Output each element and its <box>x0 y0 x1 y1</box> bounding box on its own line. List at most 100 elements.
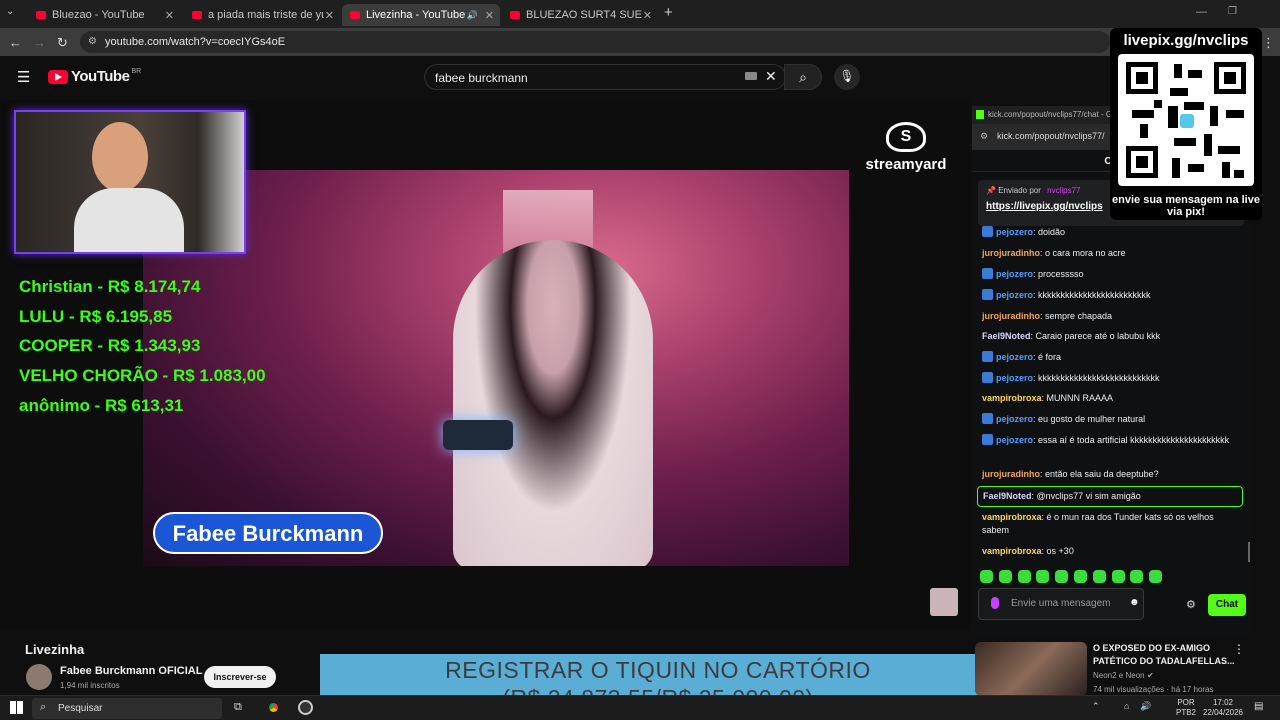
address-bar: ← → ↻ ⚙ youtube.com/watch?v=coecIYGs4oE … <box>0 28 1280 56</box>
forward-icon[interactable]: → <box>33 35 46 50</box>
sub-badge-icon <box>982 372 993 383</box>
chat-username[interactable]: vampirobroxa <box>982 393 1042 403</box>
recommended-channel[interactable]: Neon2 e Neon <box>1093 671 1145 680</box>
chat-text: MUNNN RAAAA <box>1046 393 1114 403</box>
clear-search-icon[interactable]: ✕ <box>765 68 777 85</box>
recommended-video[interactable]: O EXPOSED DO EX-AMIGO PATÉTICO DO TADALA… <box>975 640 1275 696</box>
browser-tab-2[interactable]: a piada mais triste de yuusha K✕ <box>184 4 340 26</box>
youtube-logo-text: YouTube <box>71 68 130 85</box>
reload-icon[interactable]: ↻ <box>57 35 68 51</box>
search-input[interactable]: fabee burckmann ✕ <box>424 64 786 90</box>
browser-tab-1[interactable]: Bluezao - YouTube ✕ <box>28 4 180 26</box>
tab-title: a piada mais triste de yuusha K <box>208 9 324 21</box>
video-player[interactable]: Christian - R$ 8.174,74 LULU - R$ 6.195,8… <box>0 100 970 630</box>
emote-icon[interactable] <box>1130 570 1144 583</box>
emoji-icon[interactable]: ☻ <box>1129 597 1140 608</box>
chat-message: vampirobroxa: é o mun raa dos Tunder kat… <box>982 512 1214 535</box>
subscriber-count: 1,94 mil inscritos <box>60 681 120 690</box>
search-button[interactable]: ⌕ <box>784 64 822 90</box>
sub-badge-icon <box>982 226 993 237</box>
chat-username[interactable]: Fael9Noted <box>983 491 1032 501</box>
obs-icon[interactable] <box>298 700 313 715</box>
maximize-window-button[interactable]: ❐ <box>1228 6 1237 17</box>
taskbar-search[interactable]: ⌕ Pesquisar <box>32 698 222 719</box>
close-tab-icon[interactable]: ✕ <box>485 9 494 22</box>
close-tab-icon[interactable]: ✕ <box>165 9 174 22</box>
voice-search-button[interactable]: 🎙 <box>834 64 860 90</box>
notifications-icon[interactable]: ▤ <box>1254 701 1263 712</box>
emote-icon[interactable] <box>1074 570 1087 583</box>
site-info-icon[interactable]: ⚙ <box>88 36 97 47</box>
chat-username[interactable]: pejozero <box>996 290 1033 300</box>
chat-username[interactable]: Fael9Noted <box>982 331 1031 341</box>
keyboard-language[interactable]: POR PTB2 <box>1172 698 1200 718</box>
browser-tab-3[interactable]: Livezinha - YouTube 🔊 ✕ <box>342 4 500 26</box>
chat-username[interactable]: jurojuradinho <box>982 311 1040 321</box>
volume-icon[interactable]: 🔊 <box>1140 701 1151 712</box>
close-tab-icon[interactable]: ✕ <box>325 9 334 22</box>
chat-username[interactable]: vampirobroxa <box>982 512 1042 522</box>
chat-text: eu gosto de mulher natural <box>1038 414 1146 424</box>
chat-username[interactable]: pejozero <box>996 414 1033 424</box>
chat-username[interactable]: pejozero <box>996 269 1033 279</box>
minimize-window-button[interactable]: — <box>1196 6 1207 18</box>
site-info-icon[interactable]: ⚙ <box>980 131 988 142</box>
url-field[interactable]: ⚙ youtube.com/watch?v=coecIYGs4oE <box>80 31 1110 53</box>
qr-caption-wrap: envie sua mensagem na live via pix! <box>1110 192 1262 218</box>
tray-overflow-icon[interactable]: ⌃ <box>1092 701 1100 712</box>
emote-icon[interactable] <box>980 570 993 583</box>
audio-playing-icon[interactable]: 🔊 <box>467 10 478 21</box>
chat-username[interactable]: jurojuradinho <box>982 248 1040 258</box>
emote-icon[interactable] <box>1111 570 1125 583</box>
chat-message-input[interactable]: Envie uma mensagem ☻ <box>978 588 1144 620</box>
browser-menu-icon[interactable]: ⋮ <box>1262 35 1275 51</box>
sub-badge-icon <box>982 268 993 279</box>
channel-avatar[interactable] <box>26 664 52 690</box>
chat-message: Fael9Noted: @nvclips77 vi sim amigão <box>977 486 1243 507</box>
viewer-avatar[interactable] <box>930 588 958 616</box>
chat-username[interactable]: pejozero <box>996 435 1033 445</box>
recommended-thumbnail[interactable] <box>975 642 1087 696</box>
banner-line-1: REGISTRAR O TIQUIN NO CARTÓRIO <box>445 657 871 683</box>
settings-icon[interactable]: ⚙ <box>1186 598 1196 611</box>
name-tag-text: Fabee Burckmann <box>172 521 364 546</box>
chat-username[interactable]: pejozero <box>996 352 1033 362</box>
emote-icon[interactable] <box>1149 570 1163 583</box>
subscribe-button[interactable]: Inscrever-se <box>204 666 276 688</box>
chat-username[interactable]: jurojuradinho <box>982 469 1040 479</box>
clock[interactable]: 17:02 22/04/2026 <box>1200 698 1246 718</box>
back-icon[interactable]: ← <box>9 35 22 50</box>
chat-scrollbar[interactable] <box>1248 542 1250 562</box>
hamburger-menu-icon[interactable]: ☰ <box>17 68 30 86</box>
chat-username[interactable]: pejozero <box>996 373 1033 383</box>
qr-caption: envie sua mensagem na live via pix! <box>1112 194 1260 218</box>
youtube-logo[interactable]: YouTube BR <box>48 68 141 85</box>
verified-icon: ✔ <box>1147 671 1154 680</box>
mic-icon[interactable] <box>991 597 999 609</box>
sub-badge-icon <box>982 351 993 362</box>
chat-username[interactable]: vampirobroxa <box>982 546 1042 556</box>
emote-icon[interactable] <box>1017 570 1031 583</box>
chrome-icon[interactable] <box>266 700 281 715</box>
pin-icon: 📌 <box>986 186 996 195</box>
emote-icon[interactable] <box>1055 570 1069 583</box>
youtube-header: ☰ YouTube BR fabee burckmann ✕ ⌕ 🎙 <box>0 56 1280 100</box>
windows-start-icon[interactable] <box>10 701 23 714</box>
new-tab-button[interactable]: + <box>664 4 673 21</box>
task-view-icon[interactable]: ⧉ <box>234 701 242 714</box>
chat-text: @nvclips77 vi sim amigão <box>1036 491 1141 501</box>
chat-username[interactable]: pejozero <box>996 227 1033 237</box>
send-chat-button[interactable]: Chat <box>1208 594 1246 616</box>
emote-icon[interactable] <box>998 570 1012 583</box>
browser-tab-4[interactable]: BLUEZAO SURT4 SUELEN PODE✕ <box>502 4 658 26</box>
qr-code <box>1118 54 1254 186</box>
close-tab-icon[interactable]: ✕ <box>643 9 652 22</box>
emote-icon[interactable] <box>1092 570 1106 583</box>
channel-name[interactable]: Fabee Burckmann OFICIAL <box>60 665 202 677</box>
tab-list-dropdown-icon[interactable]: ⌄ <box>6 6 14 17</box>
more-actions-icon[interactable]: ⋮ <box>1233 642 1245 656</box>
keyboard-icon[interactable] <box>745 72 757 80</box>
recommended-title[interactable]: O EXPOSED DO EX-AMIGO PATÉTICO DO TADALA… <box>1093 642 1243 668</box>
emote-icon[interactable] <box>1036 570 1050 583</box>
network-icon[interactable]: ⌂ <box>1124 701 1129 711</box>
